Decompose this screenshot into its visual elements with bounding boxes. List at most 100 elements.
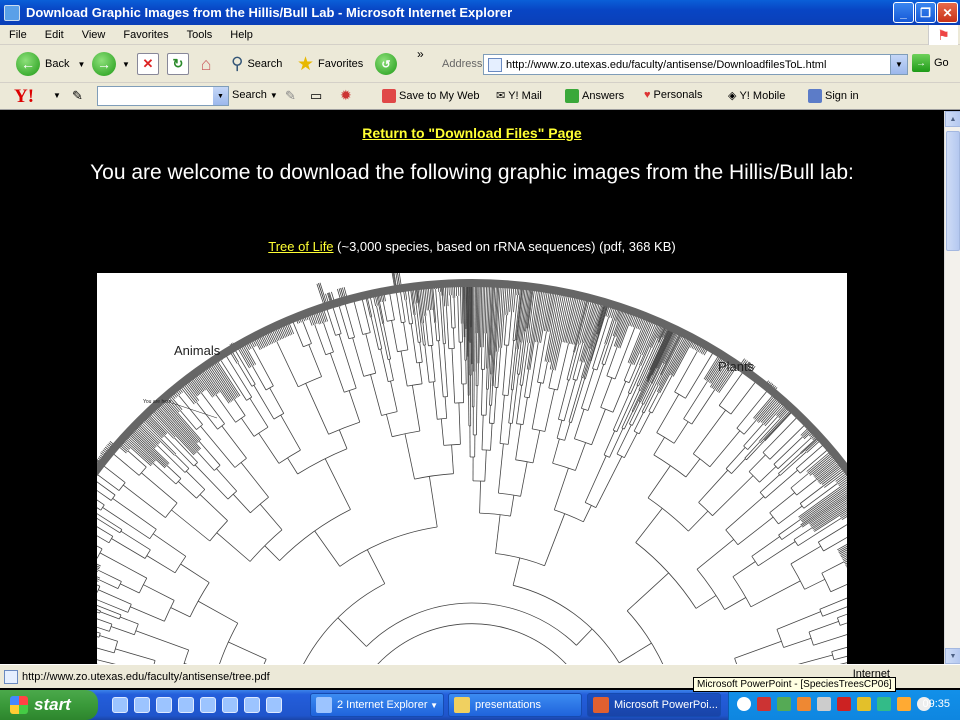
tray-app-icon[interactable] — [817, 697, 831, 711]
personals-button[interactable]: ♥ Personals — [644, 89, 702, 101]
quicklaunch-ie-icon[interactable] — [112, 697, 128, 713]
tray-app-icon[interactable] — [877, 697, 891, 711]
search-icon: ⚲ — [231, 54, 244, 73]
search-button[interactable]: ⚲ Search — [231, 50, 282, 78]
mobile-icon: ◈ — [728, 90, 737, 102]
menu-favorites[interactable]: Favorites — [114, 29, 177, 41]
quicklaunch-desktop-icon[interactable] — [178, 697, 194, 713]
task-powerpoint-label: Microsoft PowerPoi... — [614, 699, 718, 711]
quicklaunch-media-icon[interactable] — [156, 697, 172, 713]
history-button[interactable]: ↺ — [375, 50, 397, 78]
stop-icon: ✕ — [137, 53, 159, 75]
refresh-button[interactable]: ↻ — [167, 50, 189, 78]
close-button[interactable]: ✕ — [937, 2, 958, 23]
label-animals: Animals — [174, 343, 221, 358]
home-icon: ⌂ — [200, 53, 212, 74]
chevron-down-icon[interactable]: ▼ — [122, 60, 130, 69]
quicklaunch-paint-icon[interactable] — [244, 697, 260, 713]
chevron-down-icon[interactable]: ▼ — [77, 60, 85, 69]
toolbar-chevron[interactable]: » — [417, 47, 424, 61]
standard-toolbar: ← Back ▼ → ▼ ✕ ↻ ⌂ ⚲ Search ★ Favorites … — [0, 45, 960, 83]
save-label: Save to My Web — [399, 90, 480, 102]
task-internet-explorer[interactable]: 2 Internet Explorer ▼ — [310, 693, 444, 717]
tree-of-life-graphic — [97, 273, 847, 664]
highlight-icon[interactable]: ✎ — [285, 88, 296, 104]
menu-view[interactable]: View — [73, 29, 115, 41]
tree-branches — [97, 273, 847, 664]
ymobile-button[interactable]: ◈ Y! Mobile — [728, 89, 785, 103]
yahoo-search-button[interactable]: Search ▼ — [232, 89, 278, 101]
tray-app-icon[interactable] — [777, 697, 791, 711]
maximize-button[interactable]: ❐ — [915, 2, 936, 23]
tray-arrow-icon[interactable] — [737, 697, 751, 711]
search-dropdown-icon[interactable]: ▼ — [213, 87, 228, 105]
scroll-thumb[interactable] — [946, 131, 960, 251]
quicklaunch-app-icon[interactable] — [266, 697, 282, 713]
task-presentations-label: presentations — [475, 699, 542, 711]
tree-of-life-link[interactable]: Tree of Life — [268, 239, 333, 254]
tray-app-icon[interactable] — [837, 697, 851, 711]
tray-app-icon[interactable] — [857, 697, 871, 711]
windows-flag-icon — [10, 696, 28, 714]
stop-button[interactable]: ✕ — [137, 50, 159, 78]
page-icon — [488, 57, 502, 72]
personals-label: Personals — [653, 89, 703, 101]
tree-of-life-image[interactable]: Animals Plants You are here — [97, 273, 847, 664]
chevron-down-icon: ▼ — [269, 90, 278, 100]
quicklaunch-cmd-icon[interactable] — [200, 697, 216, 713]
vertical-scrollbar[interactable]: ▲ ▼ — [944, 111, 960, 664]
start-label: start — [34, 695, 71, 714]
tray-app-icon[interactable] — [757, 697, 771, 711]
pencil-icon[interactable]: ✎ — [72, 88, 83, 104]
address-bar[interactable]: http://www.zo.utexas.edu/faculty/antisen… — [483, 54, 908, 75]
tree-of-life-entry: Tree of Life (~3,000 species, based on r… — [0, 239, 944, 254]
yahoo-logo[interactable]: Y! — [14, 86, 34, 108]
scroll-down-icon[interactable]: ▼ — [945, 648, 960, 664]
history-icon: ↺ — [375, 53, 397, 75]
plus-icon — [382, 89, 396, 103]
sign-in-label: Sign in — [825, 90, 859, 102]
window-icon[interactable]: ▭ — [310, 88, 322, 104]
quicklaunch-browser-icon[interactable] — [134, 697, 150, 713]
menu-tools[interactable]: Tools — [178, 29, 222, 41]
gear-icon[interactable]: ✹ — [340, 87, 352, 104]
yahoo-toolbar: Y! ▼ ✎ ▼ Search ▼ ✎ ▭ ✹ Save to My Web ✉… — [0, 83, 960, 110]
ymail-label: Y! Mail — [508, 89, 542, 102]
taskbar: start 2 Internet Explorer ▼ presentation… — [0, 690, 960, 720]
chevron-down-icon[interactable]: ▼ — [53, 91, 61, 100]
windows-logo-icon: ⚑ — [928, 25, 958, 45]
go-label: Go — [934, 57, 949, 69]
menu-edit[interactable]: Edit — [36, 29, 73, 41]
scroll-up-icon[interactable]: ▲ — [945, 111, 960, 127]
task-powerpoint[interactable]: Microsoft PowerPoi... — [587, 693, 721, 717]
envelope-icon: ✉ — [496, 90, 506, 102]
tray-shield-icon[interactable] — [897, 697, 911, 711]
ymail-button[interactable]: ✉ Y! Mail — [496, 89, 542, 103]
start-button[interactable]: start — [0, 690, 98, 720]
forward-button[interactable]: → ▼ — [92, 50, 130, 78]
home-button[interactable]: ⌂ — [195, 50, 217, 78]
yahoo-search-input[interactable]: ▼ — [97, 86, 229, 106]
task-presentations[interactable]: presentations — [448, 693, 582, 717]
sign-in-button[interactable]: Sign in — [808, 89, 859, 103]
tray-app-icon[interactable] — [797, 697, 811, 711]
forward-arrow-icon: → — [92, 52, 116, 76]
save-to-my-web-button[interactable]: Save to My Web — [382, 89, 480, 103]
star-icon: ★ — [297, 53, 315, 75]
address-label: Address — [442, 58, 483, 70]
return-to-download-files-link[interactable]: Return to "Download Files" Page — [0, 125, 944, 141]
favorites-button[interactable]: ★ Favorites — [297, 50, 363, 78]
answers-icon — [565, 89, 579, 103]
system-tray: 09:35 — [728, 690, 960, 720]
menu-help[interactable]: Help — [221, 29, 262, 41]
page-icon — [4, 669, 18, 684]
menu-file[interactable]: File — [0, 29, 36, 41]
minimize-button[interactable]: _ — [893, 2, 914, 23]
address-url[interactable]: http://www.zo.utexas.edu/faculty/antisen… — [506, 59, 826, 71]
answers-button[interactable]: Answers — [565, 89, 624, 103]
quicklaunch-folder-icon[interactable] — [222, 697, 238, 713]
go-button[interactable]: → Go — [912, 54, 949, 72]
back-button[interactable]: ← Back ▼ — [16, 50, 85, 78]
address-dropdown-icon[interactable]: ▼ — [890, 55, 907, 74]
ie-icon — [316, 697, 332, 713]
